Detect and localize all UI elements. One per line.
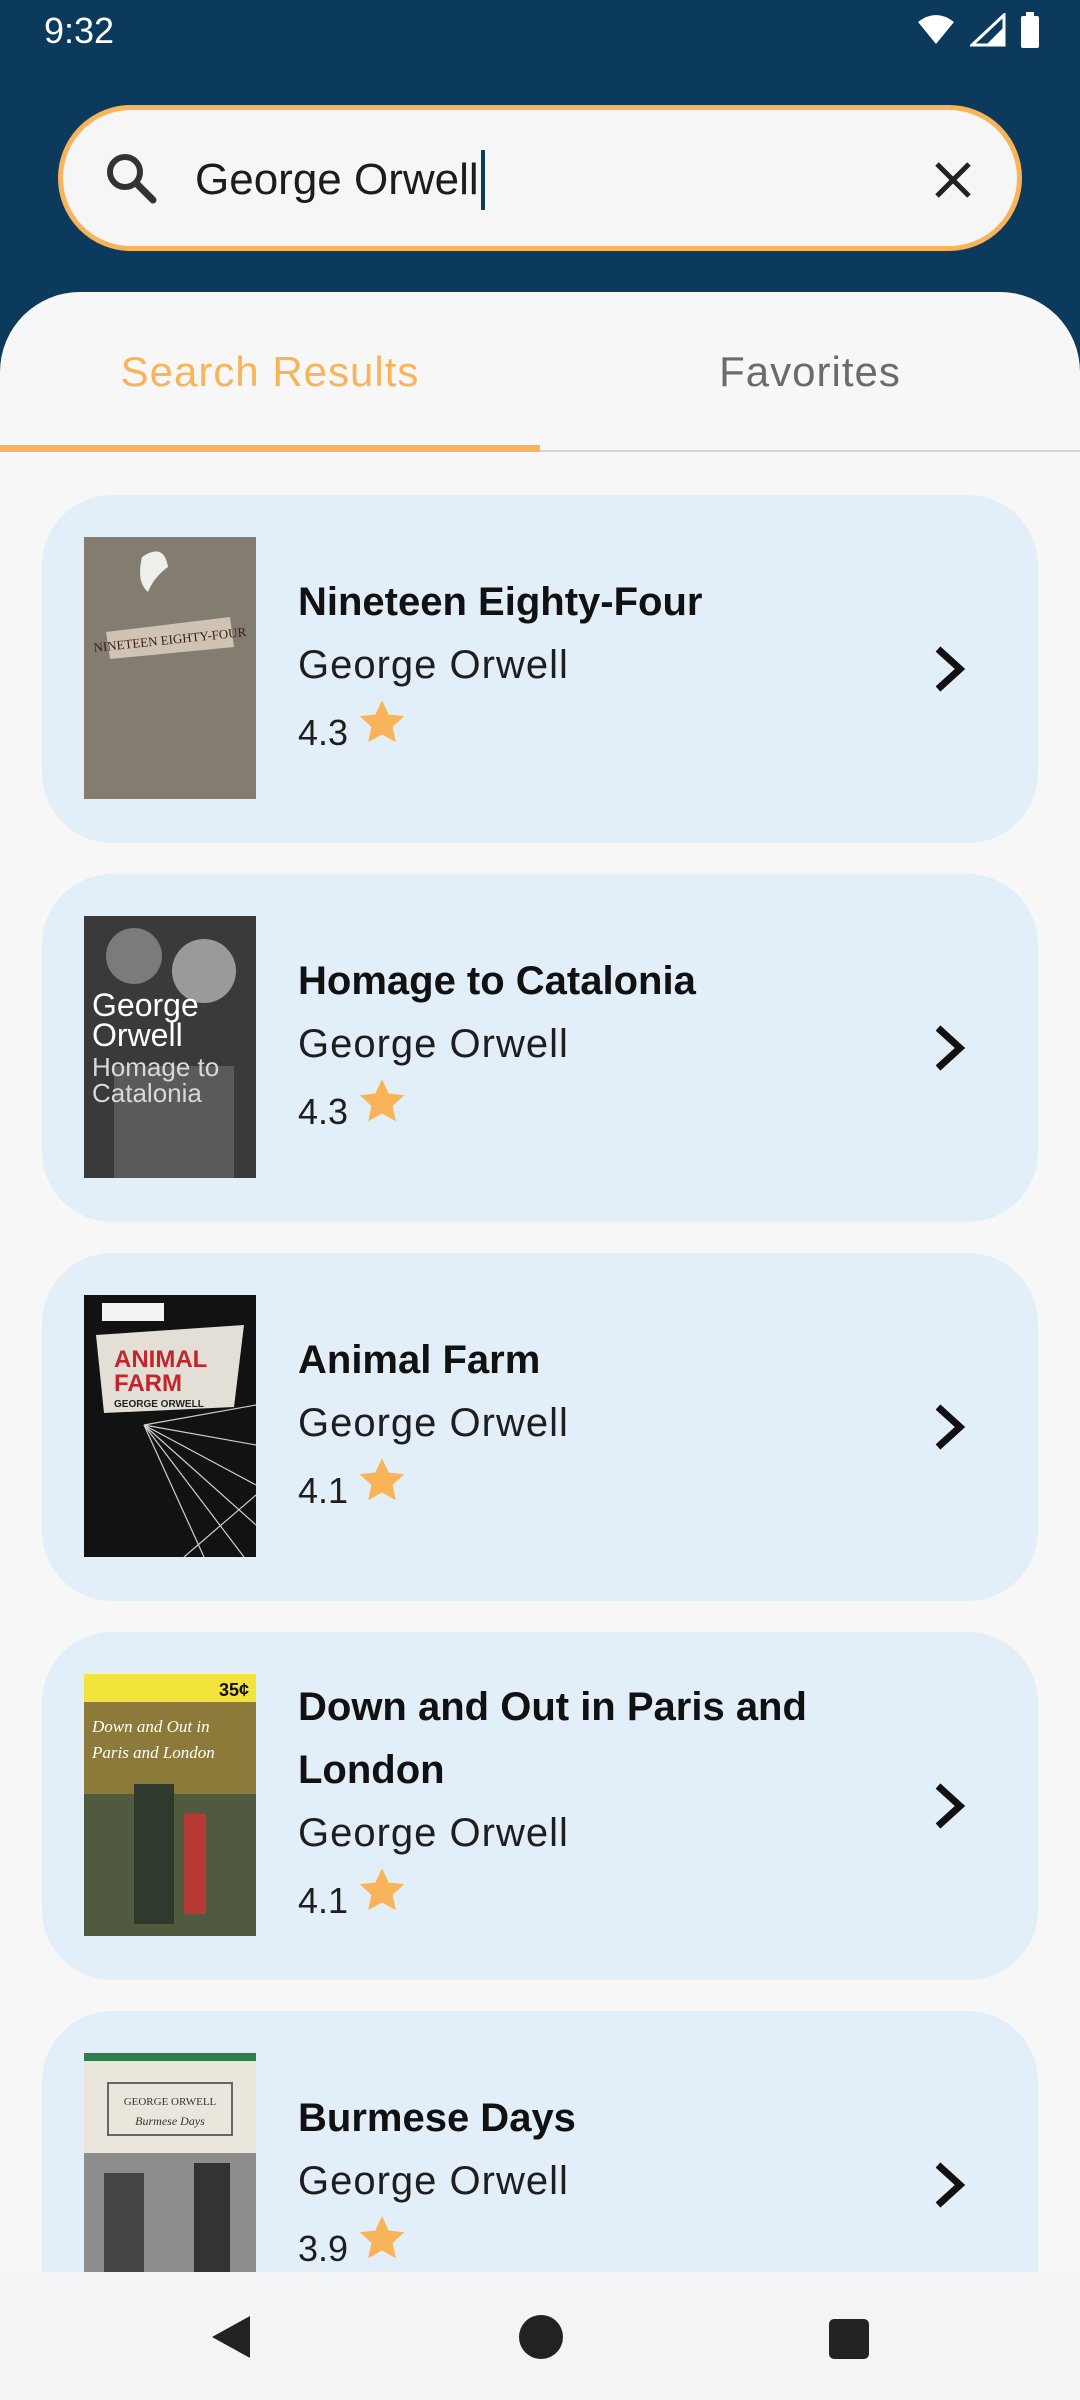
search-input[interactable]: George Orwell [195, 150, 485, 210]
book-title: Animal Farm [298, 1337, 541, 1382]
close-icon[interactable] [925, 152, 981, 213]
rating-value: 4.3 [298, 1090, 349, 1132]
chevron-right-icon[interactable] [924, 641, 972, 702]
battery-icon [1020, 12, 1040, 48]
book-title: Homage to Catalonia [298, 958, 696, 1003]
book-card[interactable]: George Orwell Homage to Catalonia Homage… [42, 874, 1038, 1222]
star-icon [356, 1076, 408, 1147]
search-icon[interactable] [101, 148, 161, 213]
cover-title: Burmese Days [135, 2114, 205, 2128]
tab-indicator [0, 445, 540, 452]
book-rating: 4.1 [298, 1865, 898, 1936]
book-author: George Orwell [298, 1811, 569, 1855]
book-rating: 4.3 [298, 1076, 898, 1147]
chevron-right-icon[interactable] [924, 1778, 972, 1839]
star-icon [356, 697, 408, 768]
book-author: George Orwell [298, 1400, 569, 1445]
book-title: Down and Out in Paris and London [298, 1685, 807, 1792]
book-cover: ANIMAL FARM GEORGE ORWELL [84, 1295, 256, 1557]
cover-line: Orwell [92, 1017, 183, 1053]
book-info: Animal Farm George Orwell 4.1 [298, 1253, 898, 1601]
recent-apps-icon[interactable] [828, 2318, 870, 2365]
tab-bar: Search Results Favorites [0, 292, 1080, 452]
cover-line: ANIMAL [114, 1346, 207, 1373]
book-card[interactable]: 35¢ Down and Out in Paris and London Dow… [42, 1632, 1038, 1980]
chevron-right-icon[interactable] [924, 1399, 972, 1460]
app-screen: 9:32 George Orwell Search Results Favori… [0, 0, 1080, 2400]
text-caret [480, 150, 485, 210]
star-icon [356, 1455, 408, 1526]
cover-author: GEORGE ORWELL [124, 2096, 217, 2108]
home-icon[interactable] [518, 2314, 564, 2365]
book-author: George Orwell [298, 642, 569, 687]
tab-favorites[interactable]: Favorites [540, 292, 1080, 452]
cover-author: GEORGE ORWELL [114, 1399, 204, 1410]
book-card[interactable]: NINETEEN EIGHTY-FOUR Nineteen Eighty-Fou… [42, 495, 1038, 843]
book-card[interactable]: ANIMAL FARM GEORGE ORWELL Animal Farm Ge… [42, 1253, 1038, 1601]
rating-value: 3.9 [298, 2227, 349, 2269]
chevron-right-icon[interactable] [924, 2157, 972, 2218]
book-cover: NINETEEN EIGHTY-FOUR [84, 537, 256, 799]
search-query: George Orwell [195, 155, 479, 204]
book-rating: 4.3 [298, 697, 898, 768]
status-bar: 9:32 [0, 0, 1080, 62]
star-icon [356, 1865, 408, 1936]
book-author: George Orwell [298, 2158, 569, 2203]
cover-line: Down and Out in [91, 1717, 210, 1736]
tab-search-results[interactable]: Search Results [0, 292, 540, 452]
book-title: Burmese Days [298, 2095, 576, 2140]
cover-price: 35¢ [219, 1680, 249, 1700]
status-icons [916, 12, 1040, 48]
book-info: Nineteen Eighty-Four George Orwell 4.3 [298, 495, 898, 843]
rating-value: 4.1 [298, 1880, 349, 1921]
navigation-bar [0, 2272, 1080, 2400]
search-bar[interactable]: George Orwell [58, 105, 1022, 251]
back-icon[interactable] [206, 2312, 256, 2367]
chevron-right-icon[interactable] [924, 1020, 972, 1081]
rating-value: 4.3 [298, 711, 349, 753]
rating-value: 4.1 [298, 1469, 349, 1511]
book-author: George Orwell [298, 1021, 569, 1066]
cover-line: Catalonia [92, 1078, 202, 1108]
book-rating: 4.1 [298, 1455, 898, 1526]
content-sheet: Search Results Favorites NINETEEN EIGHTY… [0, 292, 1080, 2400]
book-info: Down and Out in Paris and London George … [298, 1632, 898, 1980]
book-info: Homage to Catalonia George Orwell 4.3 [298, 874, 898, 1222]
wifi-icon [916, 14, 956, 46]
signal-icon [970, 13, 1006, 47]
book-title: Nineteen Eighty-Four [298, 579, 703, 624]
status-time: 9:32 [44, 10, 115, 51]
book-cover: 35¢ Down and Out in Paris and London [84, 1674, 256, 1936]
cover-line: Paris and London [91, 1743, 215, 1762]
book-cover: George Orwell Homage to Catalonia [84, 916, 256, 1178]
cover-line: FARM [114, 1370, 182, 1397]
